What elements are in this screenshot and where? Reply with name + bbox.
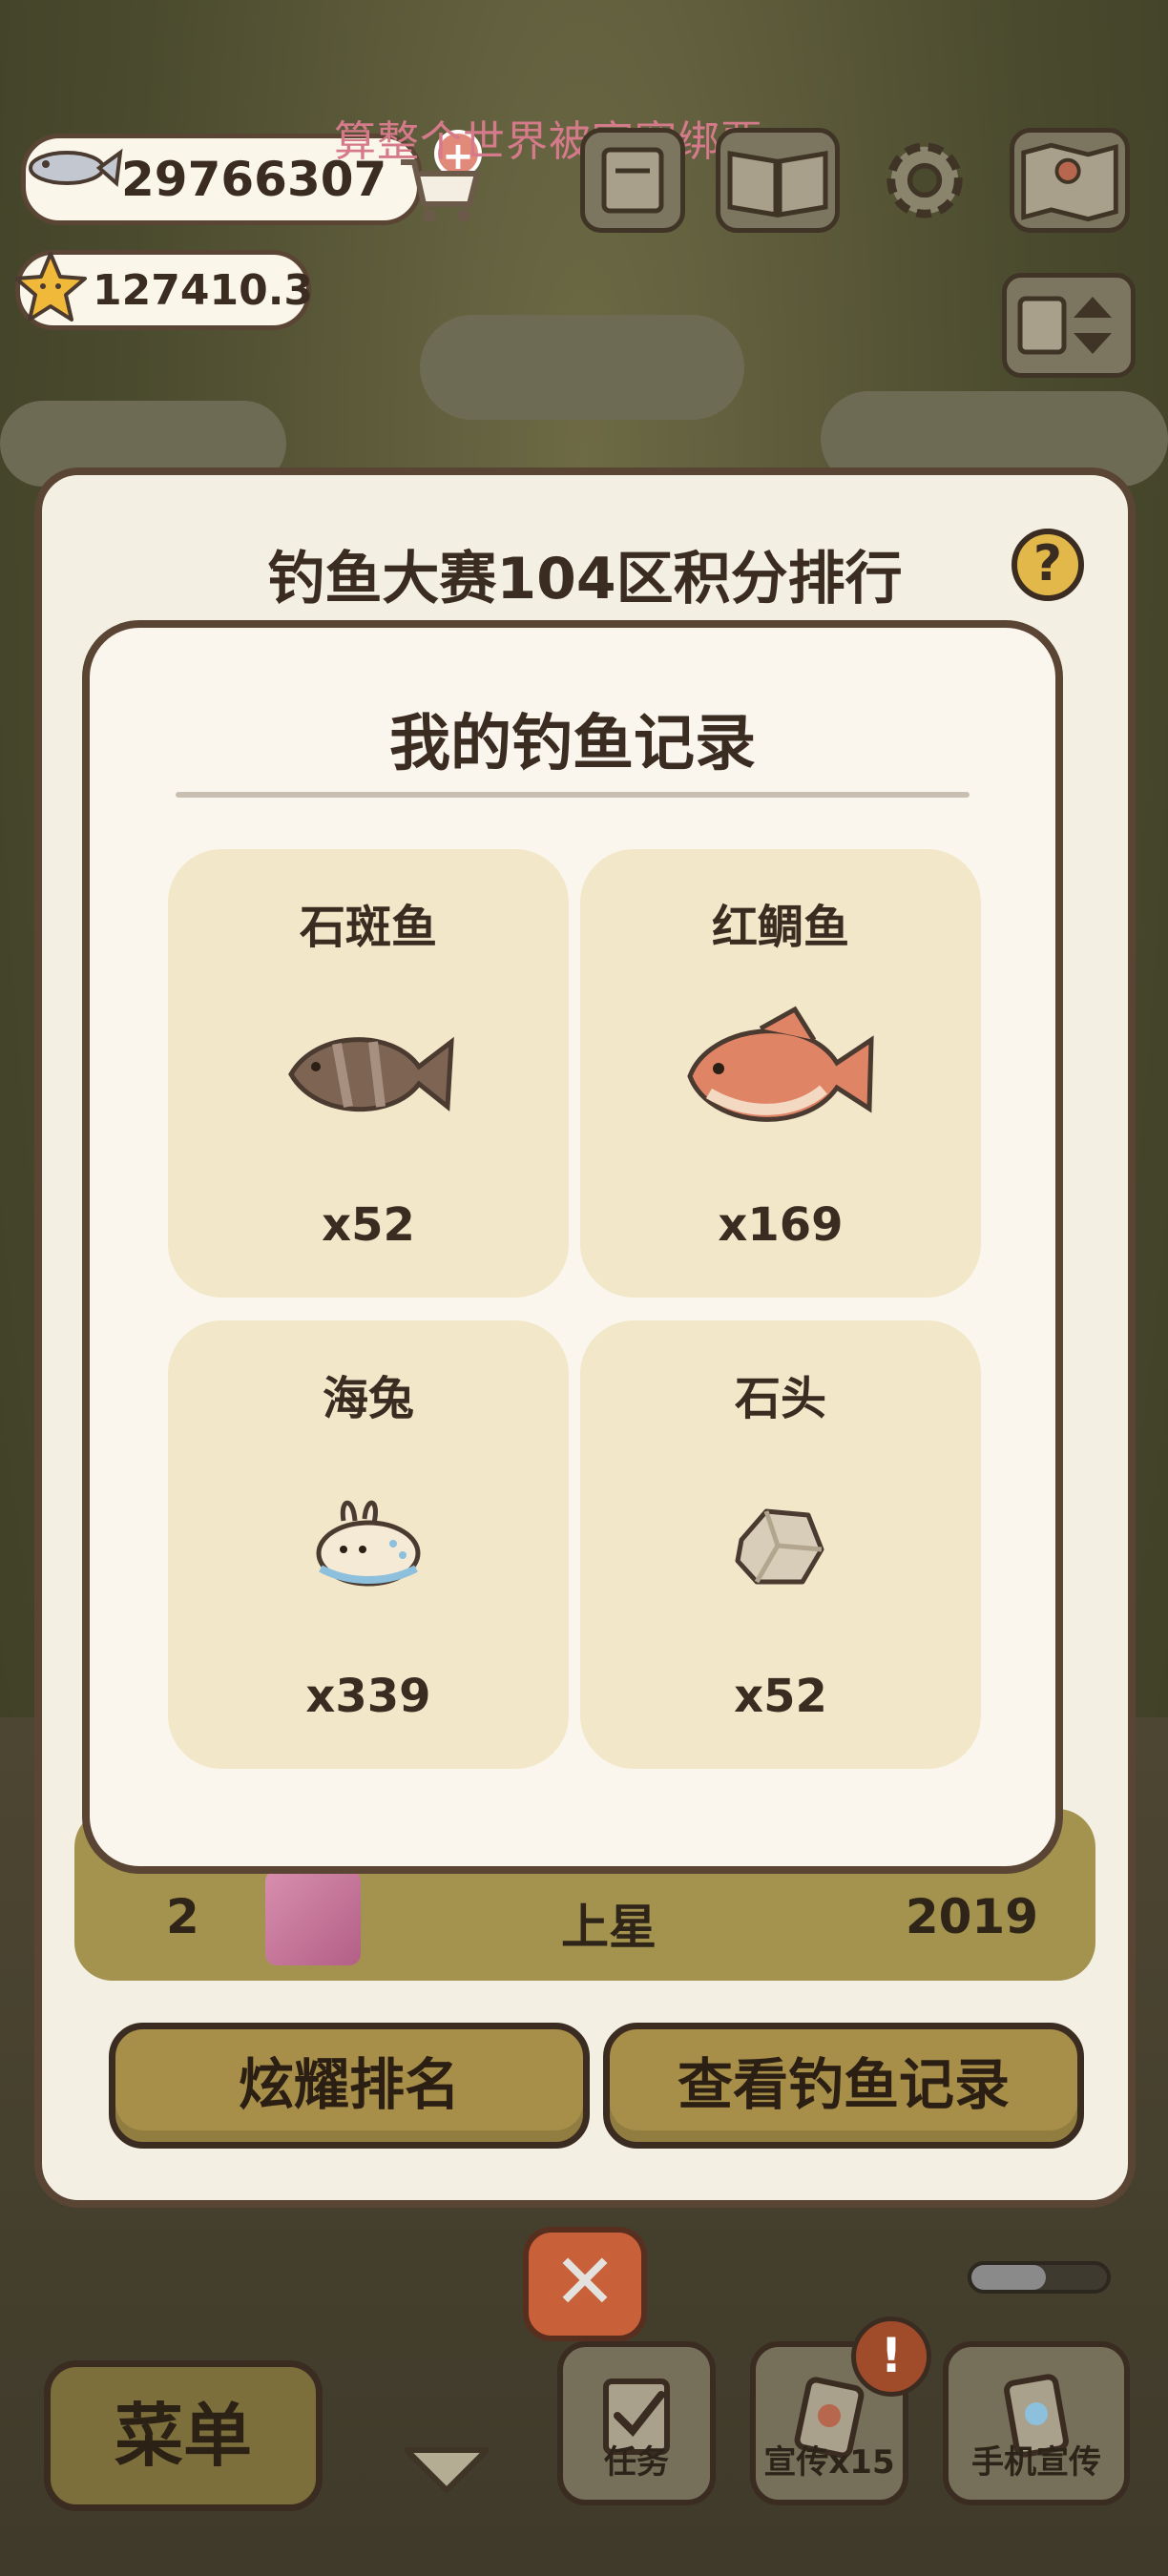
phone-promo-button[interactable]: 手机宣传 [943,2341,1130,2505]
open-book-icon [727,151,828,218]
background-cloud [420,315,744,420]
map-button[interactable] [1010,128,1130,233]
close-button[interactable]: ✕ [523,2227,647,2341]
settings-button[interactable] [872,128,977,233]
progress-fill [971,2265,1047,2290]
sea-bunny-icon [316,1500,421,1587]
view-records-button[interactable]: 查看钓鱼记录 [603,2023,1084,2149]
player-avatar [265,1870,361,1965]
record-count: x52 [734,1670,827,1723]
record-count: x52 [322,1198,415,1252]
tab-label: 宣传x15 [763,2443,895,2482]
book-button[interactable] [580,128,685,233]
album-button[interactable] [716,128,840,233]
ranking-title: 钓鱼大赛104区积分排行 [267,546,903,613]
star-currency-value: 127410.3 [93,265,314,315]
record-name: 红鲷鱼 [711,901,849,954]
layout-toggle-button[interactable] [1002,273,1136,378]
help-button[interactable]: ? [1012,529,1084,601]
menu-button[interactable]: 菜单 [44,2360,323,2511]
fishing-records-popup: 我的钓鱼记录 石斑鱼 x52 红鲷鱼 x169 海兔 x339 石头 x52 [82,620,1063,1874]
tasks-button[interactable]: 任务 [557,2341,716,2505]
sort-arrows-icon [1017,296,1112,355]
grouper-fish-icon [288,1036,454,1112]
show-rank-button[interactable]: 炫耀排名 [109,2023,590,2149]
gear-icon [886,142,963,218]
tab-label: 任务 [604,2443,669,2482]
records-title: 我的钓鱼记录 [389,709,756,779]
player-name: 上星 [561,1900,657,1955]
record-name: 海兔 [322,1372,414,1425]
record-name: 石斑鱼 [299,901,437,954]
record-name: 石头 [734,1372,826,1425]
record-count: x169 [718,1198,844,1252]
rank-number: 2 [166,1889,199,1944]
star-coin-icon [14,252,87,322]
fish-coin-icon [29,148,123,188]
tab-label: 手机宣传 [971,2443,1101,2482]
red-snapper-fish-icon [687,1006,874,1122]
chevron-down-icon[interactable] [399,2441,494,2498]
record-card-grouper[interactable]: 石斑鱼 x52 [168,849,569,1298]
map-pin-icon [1021,142,1118,222]
scrolling-banner-text: 算整个世界被寂寞绑票 [334,117,763,166]
alert-badge: ! [851,2316,931,2397]
book-icon [601,147,664,214]
stone-icon [735,1508,824,1585]
title-divider [176,792,970,798]
progress-bar [968,2261,1111,2294]
record-card-red-snapper[interactable]: 红鲷鱼 x169 [580,849,981,1298]
record-card-sea-bunny[interactable]: 海兔 x339 [168,1320,569,1769]
player-score: 2019 [905,1889,1038,1944]
record-count: x339 [305,1670,431,1723]
record-card-stone[interactable]: 石头 x52 [580,1320,981,1769]
